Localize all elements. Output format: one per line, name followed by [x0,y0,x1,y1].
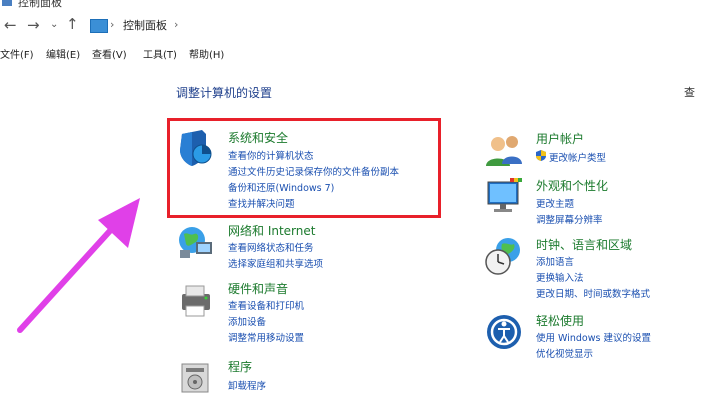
category-hardware-sound[interactable]: 硬件和声音 [228,280,288,297]
appearance-monitor-icon[interactable] [484,176,524,216]
link-file-history[interactable]: 通过文件历史记录保存你的文件备份副本 [228,164,399,178]
category-network-internet[interactable]: 网络和 Internet [228,222,315,239]
menu-tools[interactable]: 工具(T) [143,46,177,61]
page-title: 调整计算机的设置 [176,86,273,100]
link-screen-resolution[interactable]: 调整屏幕分辨率 [536,212,603,226]
menu-file[interactable]: 文件(F) [0,46,34,61]
back-arrow-icon[interactable]: ← [4,17,17,33]
view-by-label[interactable]: 查 [684,84,695,100]
breadcrumb-chevron-icon[interactable]: › [174,18,178,31]
link-recommended-settings[interactable]: 使用 Windows 建议的设置 [536,330,651,344]
link-uninstall-program[interactable]: 卸载程序 [228,378,266,392]
link-add-device[interactable]: 添加设备 [228,314,266,328]
programs-icon[interactable] [178,356,218,396]
category-programs[interactable]: 程序 [228,358,252,375]
user-accounts-icon[interactable] [484,130,524,170]
link-change-account-type[interactable]: 更改帐户类型 [549,150,606,164]
window-title: 控制面板 [18,0,62,9]
uac-shield-icon [536,150,546,161]
category-system-security[interactable]: 系统和安全 [228,129,288,146]
link-date-time-format[interactable]: 更改日期、时间或数字格式 [536,286,650,300]
address-path[interactable]: 控制面板 [123,17,167,33]
clock-globe-icon[interactable] [484,236,524,276]
shield-icon[interactable] [176,128,216,168]
forward-arrow-icon[interactable]: → [27,17,40,33]
title-bar [0,0,702,10]
printer-icon[interactable] [176,280,216,320]
network-globe-icon[interactable] [176,222,216,262]
menu-edit[interactable]: 编辑(E) [46,46,80,61]
link-view-computer-status[interactable]: 查看你的计算机状态 [228,148,314,162]
link-network-status[interactable]: 查看网络状态和任务 [228,240,314,254]
link-mobility-settings[interactable]: 调整常用移动设置 [228,330,304,344]
link-change-theme[interactable]: 更改主题 [536,196,574,210]
menu-help[interactable]: 帮助(H) [189,46,224,61]
menu-view[interactable]: 查看(V) [92,46,127,61]
link-troubleshoot[interactable]: 查找并解决问题 [228,196,295,210]
link-optimize-visual-display[interactable]: 优化视觉显示 [536,346,593,360]
control-panel-icon [2,0,12,6]
up-arrow-icon[interactable]: ↑ [66,16,79,32]
ease-of-access-icon[interactable] [484,312,524,352]
link-backup-restore[interactable]: 备份和还原(Windows 7) [228,180,334,194]
category-ease-of-access[interactable]: 轻松使用 [536,312,584,329]
link-devices-printers[interactable]: 查看设备和打印机 [228,298,304,312]
category-clock-language-region[interactable]: 时钟、语言和区域 [536,236,632,253]
annotation-arrow [17,198,140,333]
link-homegroup-sharing[interactable]: 选择家庭组和共享选项 [228,256,323,270]
address-control-panel-icon [90,19,108,33]
link-add-language[interactable]: 添加语言 [536,254,574,268]
category-user-accounts[interactable]: 用户帐户 [536,130,584,147]
breadcrumb-chevron-icon[interactable]: › [110,18,114,31]
link-change-input-method[interactable]: 更换输入法 [536,270,584,284]
category-appearance[interactable]: 外观和个性化 [536,177,608,194]
recent-dropdown-icon[interactable]: ⌄ [50,17,58,33]
